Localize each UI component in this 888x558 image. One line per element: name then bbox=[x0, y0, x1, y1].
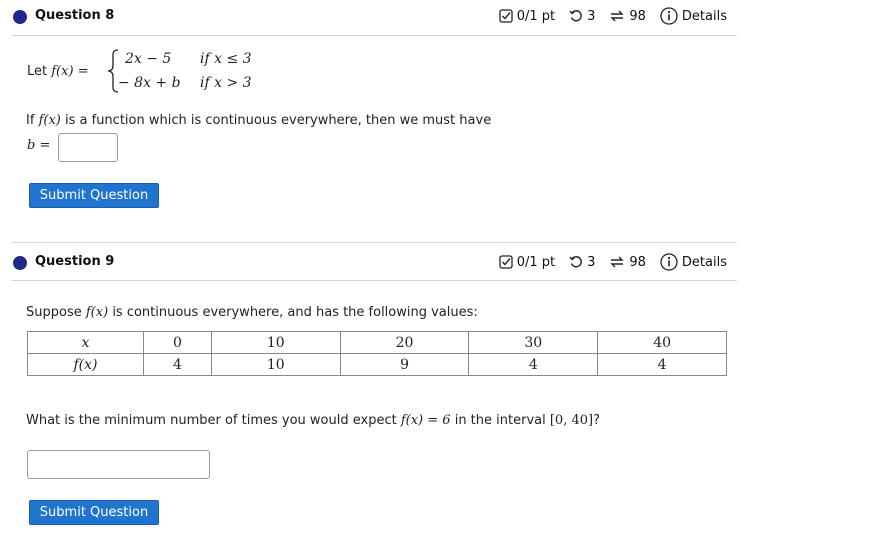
values-table: x 0 10 20 30 40 f(x) 4 10 9 4 4 bbox=[27, 331, 727, 376]
case2-expression: − 8x + b bbox=[118, 75, 181, 91]
table-cell: 4 bbox=[468, 353, 599, 376]
case2-condition: if x > 3 bbox=[200, 75, 252, 91]
table-cell: 10 bbox=[210, 331, 341, 354]
attempts-icon bbox=[609, 9, 625, 23]
answer-label: b = bbox=[27, 138, 51, 153]
score-checkbox-icon bbox=[499, 255, 513, 269]
table-row: f(x) 4 10 9 4 4 bbox=[27, 353, 727, 376]
info-icon[interactable] bbox=[660, 7, 678, 25]
table-cell: 40 bbox=[597, 331, 727, 354]
question-meta: 0/1 pt 3 98 Details bbox=[499, 253, 727, 271]
attempts-count: 98 bbox=[629, 8, 646, 24]
table-cell: 4 bbox=[597, 353, 727, 376]
score-text: 0/1 pt bbox=[516, 8, 556, 24]
info-icon[interactable] bbox=[660, 253, 678, 271]
score-text: 0/1 pt bbox=[516, 254, 556, 270]
row-header-fx: f(x) bbox=[27, 353, 144, 376]
score-checkbox-icon bbox=[499, 9, 513, 23]
divider bbox=[11, 35, 737, 36]
retry-icon bbox=[569, 9, 583, 23]
question-status-dot bbox=[13, 256, 27, 270]
answer-input-count[interactable] bbox=[27, 450, 210, 479]
divider bbox=[11, 242, 737, 243]
retries-count: 3 bbox=[587, 8, 596, 24]
answer-input-b[interactable] bbox=[58, 133, 118, 162]
table-cell: 10 bbox=[210, 353, 341, 376]
question-title: Question 9 bbox=[35, 254, 115, 269]
divider bbox=[11, 280, 737, 281]
question-title: Question 8 bbox=[35, 8, 115, 23]
question-status-dot bbox=[13, 10, 27, 24]
row-header-x: x bbox=[27, 331, 144, 354]
question-9-intro: Suppose f(x) is continuous everywhere, a… bbox=[26, 305, 478, 320]
details-link[interactable]: Details bbox=[682, 9, 727, 24]
case1-condition: if x ≤ 3 bbox=[200, 51, 252, 67]
table-cell: 20 bbox=[339, 331, 470, 354]
question-8-header: Question 8 0/1 pt 3 98 Details bbox=[0, 0, 737, 36]
question-9-prompt: What is the minimum number of times you … bbox=[26, 413, 600, 428]
details-link[interactable]: Details bbox=[682, 255, 727, 270]
submit-question-8-button[interactable]: Submit Question bbox=[29, 183, 159, 208]
attempts-count: 98 bbox=[629, 254, 646, 270]
table-row: x 0 10 20 30 40 bbox=[27, 331, 727, 354]
retry-icon bbox=[569, 255, 583, 269]
submit-question-9-button[interactable]: Submit Question bbox=[29, 500, 159, 525]
question-9-header: Question 9 0/1 pt 3 98 Details bbox=[0, 246, 737, 282]
question-8-prompt: If f(x) is a function which is continuou… bbox=[26, 113, 492, 128]
table-cell: 4 bbox=[143, 353, 212, 376]
table-cell: 0 bbox=[143, 331, 212, 354]
attempts-icon bbox=[609, 255, 625, 269]
retries-count: 3 bbox=[587, 254, 596, 270]
case1-expression: 2x − 5 bbox=[125, 51, 172, 67]
table-cell: 30 bbox=[468, 331, 599, 354]
let-statement: Let f(x) = bbox=[27, 64, 89, 79]
table-cell: 9 bbox=[339, 353, 470, 376]
question-meta: 0/1 pt 3 98 Details bbox=[499, 7, 727, 25]
